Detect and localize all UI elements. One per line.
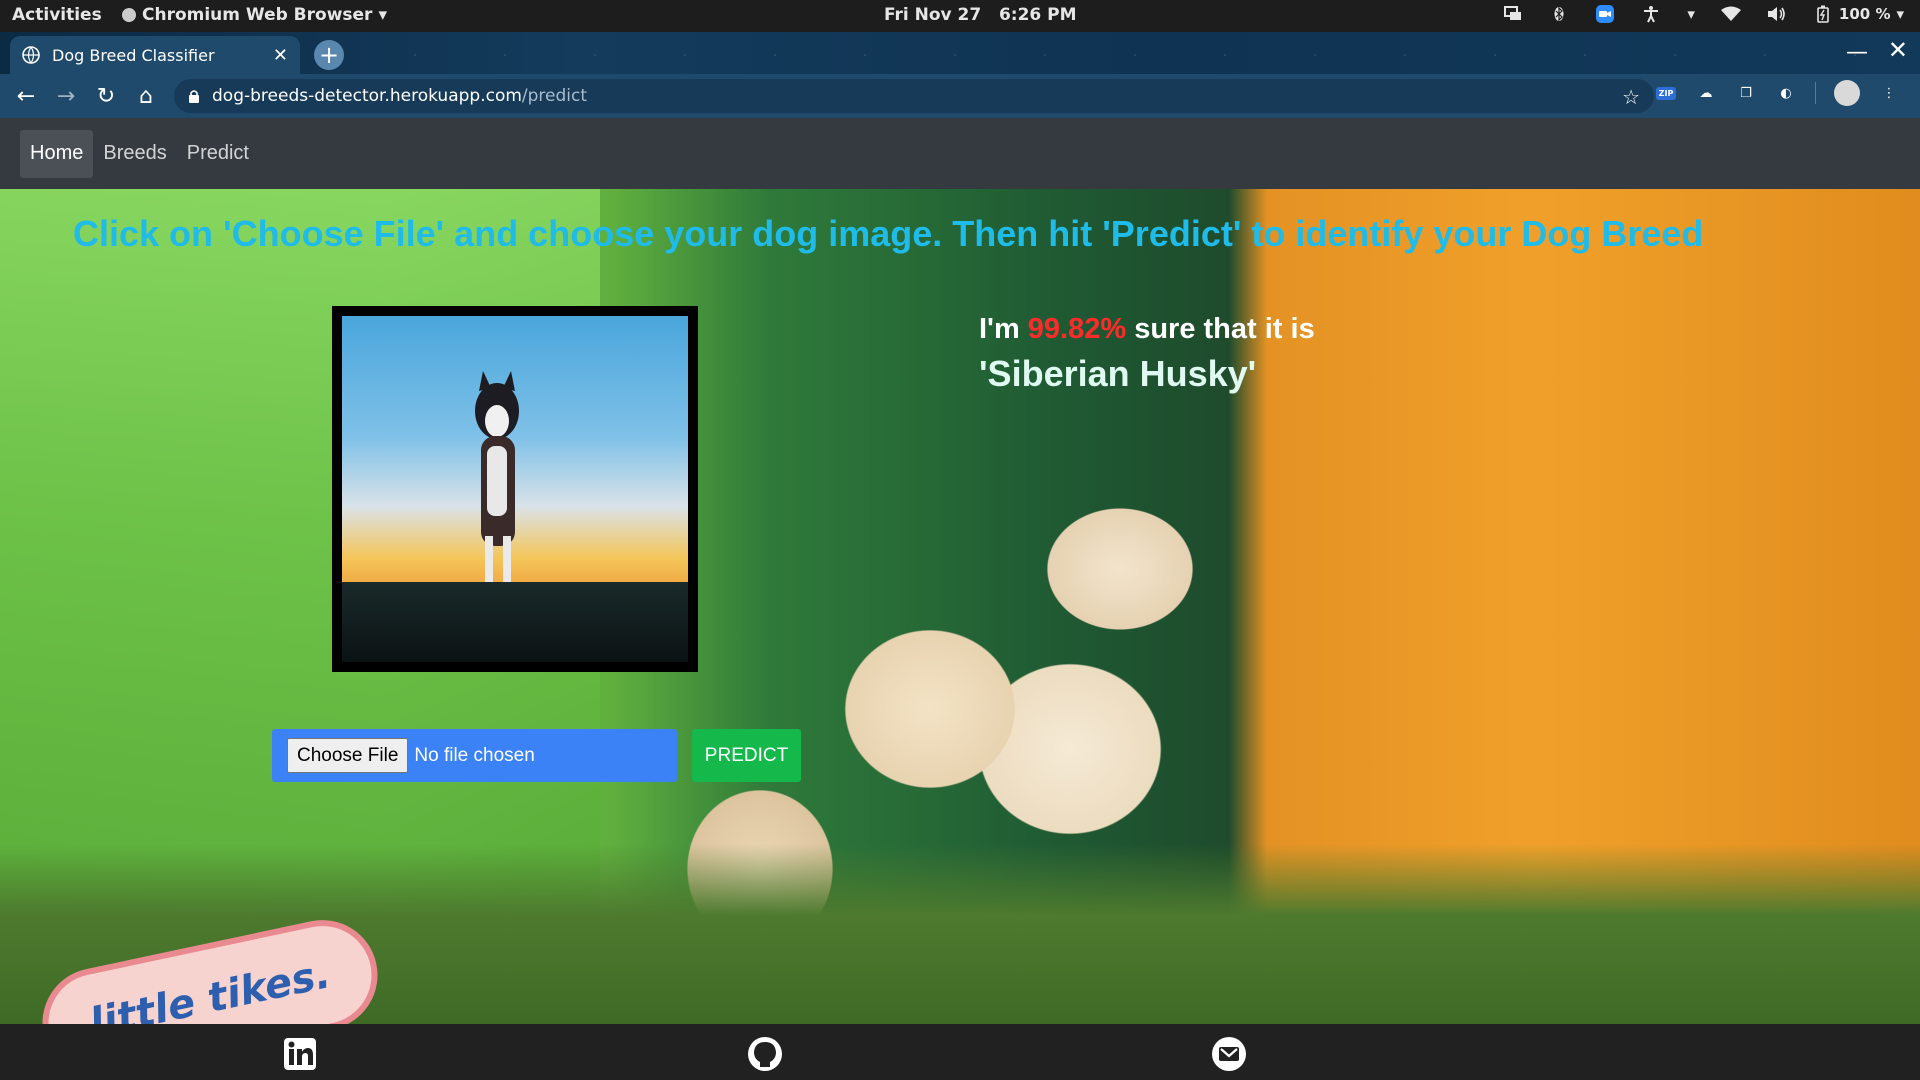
more-menu-icon[interactable]: ⋮ <box>1878 82 1900 104</box>
plus-icon: + <box>318 41 340 69</box>
tab-strip: Dog Breed Classifier ✕ + — ✕ <box>0 32 1920 74</box>
url-path: /predict <box>521 86 588 106</box>
bluetooth-icon[interactable] <box>1549 4 1569 24</box>
extensions-area: ZIP ☁ ❐ ◐ ⋮ <box>1655 80 1900 106</box>
back-button[interactable]: ← <box>6 76 46 116</box>
gmail-icon[interactable] <box>1211 1036 1247 1072</box>
clock-label: Fri Nov 27 6:26 PM <box>884 5 1077 25</box>
lock-icon <box>189 90 199 103</box>
prediction-confidence-line: I'm 99.82% sure that it is <box>979 313 1315 346</box>
wifi-icon[interactable] <box>1720 4 1741 24</box>
arrow-right-icon: → <box>56 83 76 109</box>
predict-button[interactable]: PREDICT <box>692 729 801 782</box>
activities-label: Activities <box>12 5 102 25</box>
zip-extension-label: ZIP <box>1655 86 1677 100</box>
confidence-value: 99.82% <box>1027 313 1127 345</box>
cloud-extension-icon[interactable]: ☁ <box>1695 82 1717 104</box>
os-top-bar: Activities Chromium Web Browser ▾ Fri No… <box>0 0 1920 32</box>
result-prefix: I'm <box>979 313 1028 345</box>
file-upload-field[interactable]: Choose File No file chosen <box>272 729 677 782</box>
home-icon: ⌂ <box>139 83 153 109</box>
battery-level: 100 % <box>1838 5 1891 23</box>
hero-background: little tikes. Click on 'Choose File' and… <box>0 189 1920 1080</box>
web-page: Home Breeds Predict little tikes. Click … <box>0 118 1920 1080</box>
reload-icon: ↻ <box>96 83 116 109</box>
url-host: dog-breeds-detector.herokuapp.com <box>212 86 522 106</box>
chevron-down-icon: ▾ <box>1896 5 1904 23</box>
choose-file-button[interactable]: Choose File <box>287 738 409 773</box>
app-menu-label: Chromium Web Browser <box>142 5 373 25</box>
chromium-icon <box>122 8 136 22</box>
screen-share-icon[interactable] <box>1503 4 1523 24</box>
app-menu[interactable]: Chromium Web Browser ▾ <box>122 5 387 25</box>
chevron-down-icon: ▾ <box>1687 5 1695 23</box>
zoom-icon[interactable] <box>1595 4 1615 24</box>
window-close-button[interactable]: ✕ <box>1888 36 1908 64</box>
bookmark-star-icon[interactable]: ☆ <box>1622 85 1640 109</box>
tab-dog-breed-classifier[interactable]: Dog Breed Classifier ✕ <box>10 36 300 74</box>
battery-icon[interactable] <box>1813 4 1833 24</box>
treeline <box>342 582 688 662</box>
reload-button[interactable]: ↻ <box>86 76 126 116</box>
browser-toolbar: ← → ↻ ⌂ dog-breeds-detector.herokuapp.co… <box>0 74 1920 118</box>
home-button[interactable]: ⌂ <box>126 76 166 116</box>
husky-photo <box>342 316 688 662</box>
predicted-breed: 'Siberian Husky' <box>979 353 1257 394</box>
activities-button[interactable]: Activities <box>12 5 102 25</box>
github-icon[interactable] <box>747 1036 783 1072</box>
minimize-button[interactable]: — <box>1846 40 1868 65</box>
close-icon[interactable]: ✕ <box>273 45 288 66</box>
nav-home[interactable]: Home <box>20 129 94 178</box>
accessibility-icon[interactable] <box>1641 4 1661 24</box>
forward-button[interactable]: → <box>46 76 86 116</box>
site-footer <box>0 1024 1920 1080</box>
nav-breeds[interactable]: Breeds <box>93 130 176 178</box>
system-tray[interactable]: ▾ 100 % ▾ <box>1503 4 1904 24</box>
file-status-text: No file chosen <box>414 744 535 766</box>
site-navbar: Home Breeds Predict <box>0 118 1920 189</box>
address-bar[interactable]: dog-breeds-detector.herokuapp.com/predic… <box>174 79 1654 113</box>
clock[interactable]: Fri Nov 27 6:26 PM <box>884 5 1077 25</box>
linkedin-icon[interactable] <box>282 1036 318 1072</box>
toolbar-divider <box>1815 82 1816 104</box>
profile-avatar[interactable] <box>1834 80 1860 106</box>
tab-title: Dog Breed Classifier <box>52 45 215 65</box>
volume-icon[interactable] <box>1767 4 1787 24</box>
zip-extension-icon[interactable]: ZIP <box>1655 82 1677 104</box>
result-suffix: sure that it is <box>1126 313 1315 345</box>
dark-mode-extension-icon[interactable]: ◐ <box>1775 82 1797 104</box>
new-tab-button[interactable]: + <box>314 40 344 70</box>
arrow-left-icon: ← <box>16 83 36 109</box>
uploaded-image-preview <box>332 306 698 672</box>
chevron-down-icon: ▾ <box>378 5 387 25</box>
globe-icon <box>22 46 40 64</box>
nav-predict[interactable]: Predict <box>177 130 259 178</box>
pages-extension-icon[interactable]: ❐ <box>1735 82 1757 104</box>
instruction-heading: Click on 'Choose File' and choose your d… <box>73 213 1704 254</box>
husky-silhouette <box>475 371 519 606</box>
